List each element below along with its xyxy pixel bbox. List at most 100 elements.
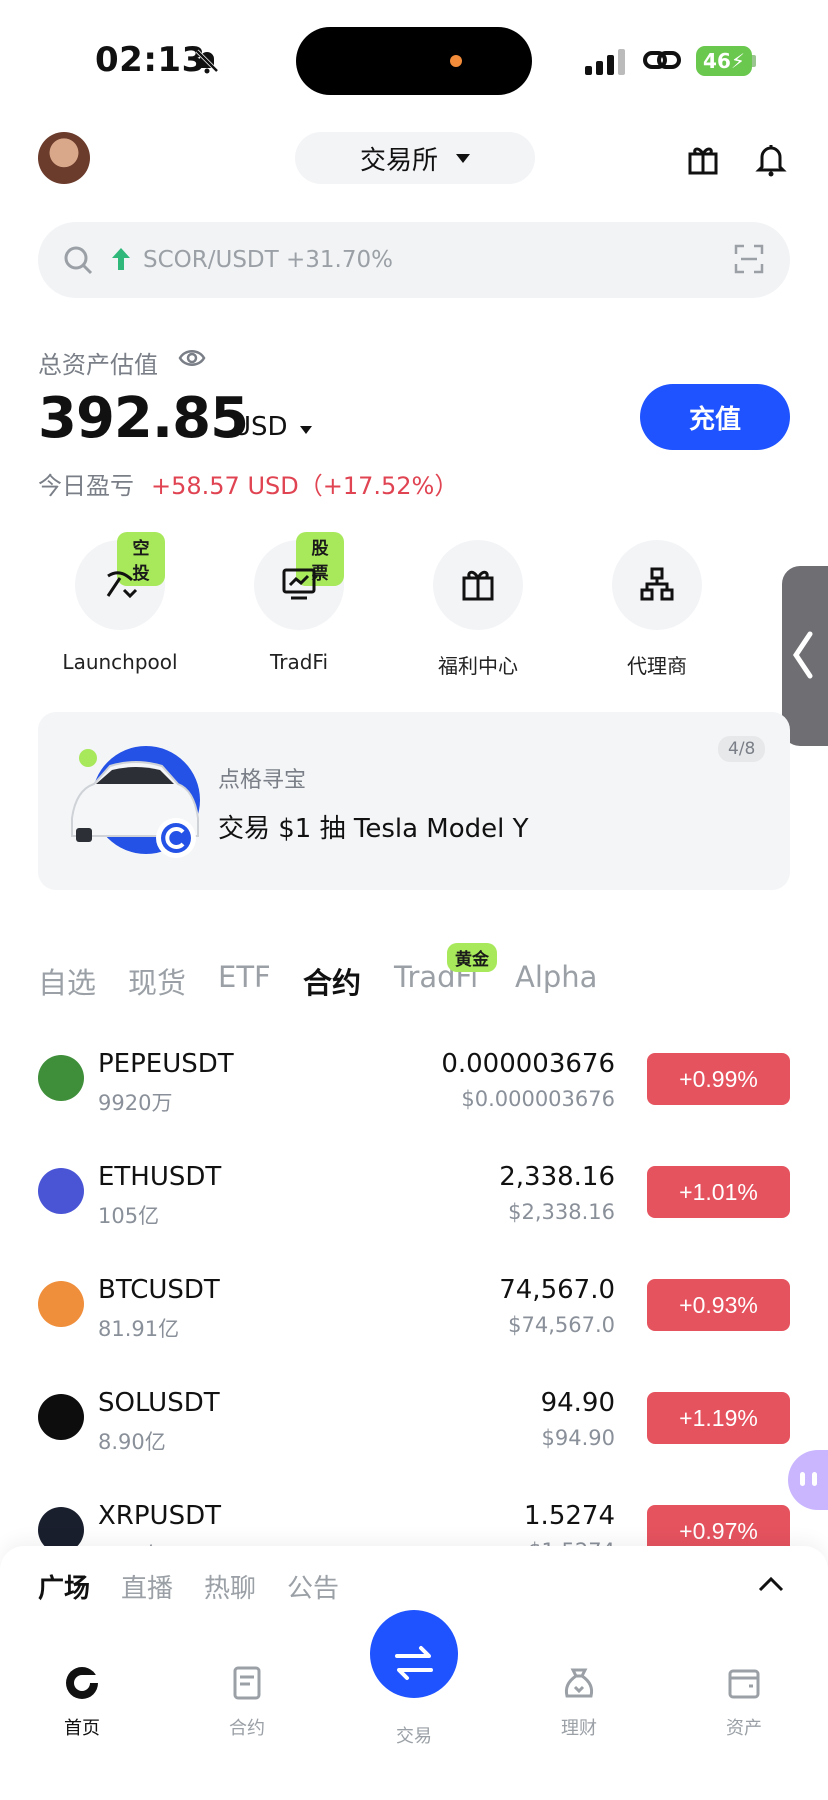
volume: 8.90亿 bbox=[98, 1430, 166, 1454]
market-row[interactable]: BTCUSDT 81.91亿 74,567.0 $74,567.0 +0.93% bbox=[38, 1271, 790, 1361]
bell-muted-icon bbox=[195, 49, 219, 74]
eth-coin-icon bbox=[38, 1168, 84, 1214]
swap-arrows-icon bbox=[395, 1646, 433, 1680]
trending-up-icon bbox=[112, 248, 130, 270]
tab-announcements[interactable]: 公告 bbox=[287, 1568, 339, 1605]
tab-live[interactable]: 直播 bbox=[121, 1568, 173, 1605]
last-price: 2,338.16 bbox=[499, 1162, 615, 1192]
total-assets-value: 392.85 bbox=[38, 386, 249, 451]
change-badge[interactable]: +1.19% bbox=[647, 1392, 790, 1444]
nav-label: 合约 bbox=[229, 1718, 265, 1739]
change-badge[interactable]: +0.93% bbox=[647, 1279, 790, 1331]
pair-name: XRPUSDT bbox=[98, 1501, 221, 1531]
entry-icon-circle: 空投 bbox=[75, 532, 165, 630]
pepe-coin-icon bbox=[38, 1055, 84, 1101]
nav-label: 首页 bbox=[64, 1718, 100, 1739]
entry-icon-circle bbox=[433, 540, 523, 630]
tab-favorites[interactable]: 自选 bbox=[38, 960, 96, 1002]
entry-label: 代理商 bbox=[627, 654, 687, 678]
btc-coin-icon bbox=[38, 1281, 84, 1327]
chevron-up-icon[interactable] bbox=[756, 1572, 786, 1596]
search-hint: SCOR/USDT +31.70% bbox=[143, 247, 393, 273]
nav-futures[interactable]: 合约 bbox=[197, 1664, 297, 1740]
change-badge[interactable]: +0.99% bbox=[647, 1053, 790, 1105]
entry-label: 福利中心 bbox=[438, 654, 518, 678]
entry-launchpool[interactable]: 空投 Launchpool bbox=[45, 532, 195, 674]
last-price: 1.5274 bbox=[524, 1501, 615, 1531]
market-row[interactable]: ETHUSDT 105亿 2,338.16 $2,338.16 +1.01% bbox=[38, 1158, 790, 1248]
volume: 105亿 bbox=[98, 1204, 160, 1228]
chart-monitor-icon bbox=[282, 568, 316, 600]
pickaxe-icon bbox=[106, 571, 138, 599]
entry-icon-circle: 股票 bbox=[254, 532, 344, 630]
change-badge[interactable]: +1.01% bbox=[647, 1166, 790, 1218]
entry-label: TradFi bbox=[269, 650, 329, 674]
pnl-label: 今日盈亏 bbox=[38, 472, 134, 500]
hierarchy-icon bbox=[640, 567, 674, 601]
document-icon bbox=[233, 1666, 261, 1700]
eye-icon[interactable] bbox=[178, 346, 206, 370]
chevron-left-icon bbox=[792, 631, 813, 679]
volume: 9920万 bbox=[98, 1091, 173, 1115]
entry-rewards-center[interactable]: 福利中心 bbox=[403, 540, 553, 679]
tab-etf[interactable]: ETF bbox=[218, 960, 271, 994]
trade-button[interactable] bbox=[370, 1610, 458, 1698]
wallet-icon bbox=[728, 1669, 760, 1699]
caret-down-icon bbox=[456, 153, 470, 163]
currency-selector[interactable]: USD bbox=[232, 412, 288, 442]
entry-agent[interactable]: 代理商 bbox=[582, 540, 732, 679]
market-row[interactable]: SOLUSDT 8.90亿 94.90 $94.90 +1.19% bbox=[38, 1384, 790, 1474]
market-row[interactable]: PEPEUSDT 9920万 0.000003676 $0.000003676 … bbox=[38, 1045, 790, 1135]
pair-name: ETHUSDT bbox=[98, 1162, 222, 1192]
money-bag-icon bbox=[564, 1668, 594, 1698]
assets-label: 总资产估值 bbox=[38, 351, 158, 379]
fiat-price: $74,567.0 bbox=[508, 1313, 615, 1337]
battery-indicator: 46 ⚡ bbox=[696, 46, 752, 76]
status-time: 02:13 bbox=[95, 40, 206, 80]
caret-down-icon[interactable] bbox=[300, 426, 312, 434]
exchange-switcher[interactable]: 交易所 bbox=[295, 132, 535, 184]
nav-label: 资产 bbox=[726, 1718, 762, 1739]
entry-tradfi[interactable]: 股票 TradFi bbox=[224, 532, 374, 674]
scan-icon[interactable] bbox=[734, 244, 764, 274]
gift-icon bbox=[462, 570, 494, 601]
tab-hot-chat[interactable]: 热聊 bbox=[204, 1568, 256, 1605]
banner-title: 交易 $1 抽 Tesla Model Y bbox=[218, 814, 529, 844]
nav-label: 理财 bbox=[561, 1718, 597, 1739]
fiat-price: $2,338.16 bbox=[508, 1200, 615, 1224]
pair-name: BTCUSDT bbox=[98, 1275, 220, 1305]
tab-square[interactable]: 广场 bbox=[38, 1568, 90, 1605]
fiat-price: $94.90 bbox=[541, 1426, 615, 1450]
last-price: 94.90 bbox=[540, 1388, 615, 1418]
search-icon bbox=[64, 246, 93, 275]
nav-assets[interactable]: 资产 bbox=[694, 1664, 794, 1740]
nav-home[interactable]: 首页 bbox=[32, 1664, 132, 1740]
tab-futures[interactable]: 合约 bbox=[303, 960, 361, 1002]
pnl-value: +58.57 USD（+17.52%） bbox=[151, 472, 459, 500]
nav-earn[interactable]: 理财 bbox=[529, 1664, 629, 1740]
home-logo-icon bbox=[66, 1667, 98, 1699]
sol-coin-icon bbox=[38, 1394, 84, 1440]
notification-bell-icon[interactable] bbox=[754, 142, 788, 178]
floating-assistant-button[interactable] bbox=[788, 1450, 828, 1510]
battery-level: 46 bbox=[703, 49, 731, 73]
exchange-label: 交易所 bbox=[359, 145, 438, 176]
car-promo-image bbox=[71, 746, 200, 858]
entry-label: Launchpool bbox=[62, 650, 178, 674]
deposit-button[interactable]: 充值 bbox=[640, 384, 790, 450]
tab-spot[interactable]: 现货 bbox=[128, 960, 186, 1002]
battery-cap bbox=[752, 55, 756, 67]
pair-name: PEPEUSDT bbox=[98, 1049, 234, 1079]
entry-icon-circle bbox=[612, 540, 702, 630]
banner-subtitle: 点格寻宝 bbox=[218, 768, 307, 793]
avatar[interactable] bbox=[38, 132, 90, 184]
nav-label: 交易 bbox=[396, 1726, 432, 1747]
fiat-price: $0.000003676 bbox=[461, 1087, 615, 1111]
dynamic-island bbox=[296, 27, 532, 95]
tab-alpha[interactable]: Alpha bbox=[515, 960, 597, 994]
last-price: 0.000003676 bbox=[441, 1049, 615, 1079]
gift-icon[interactable] bbox=[686, 142, 720, 176]
tab-badge: 黄金 bbox=[447, 943, 497, 972]
banner-page-indicator: 4/8 bbox=[718, 736, 766, 762]
last-price: 74,567.0 bbox=[499, 1275, 615, 1305]
